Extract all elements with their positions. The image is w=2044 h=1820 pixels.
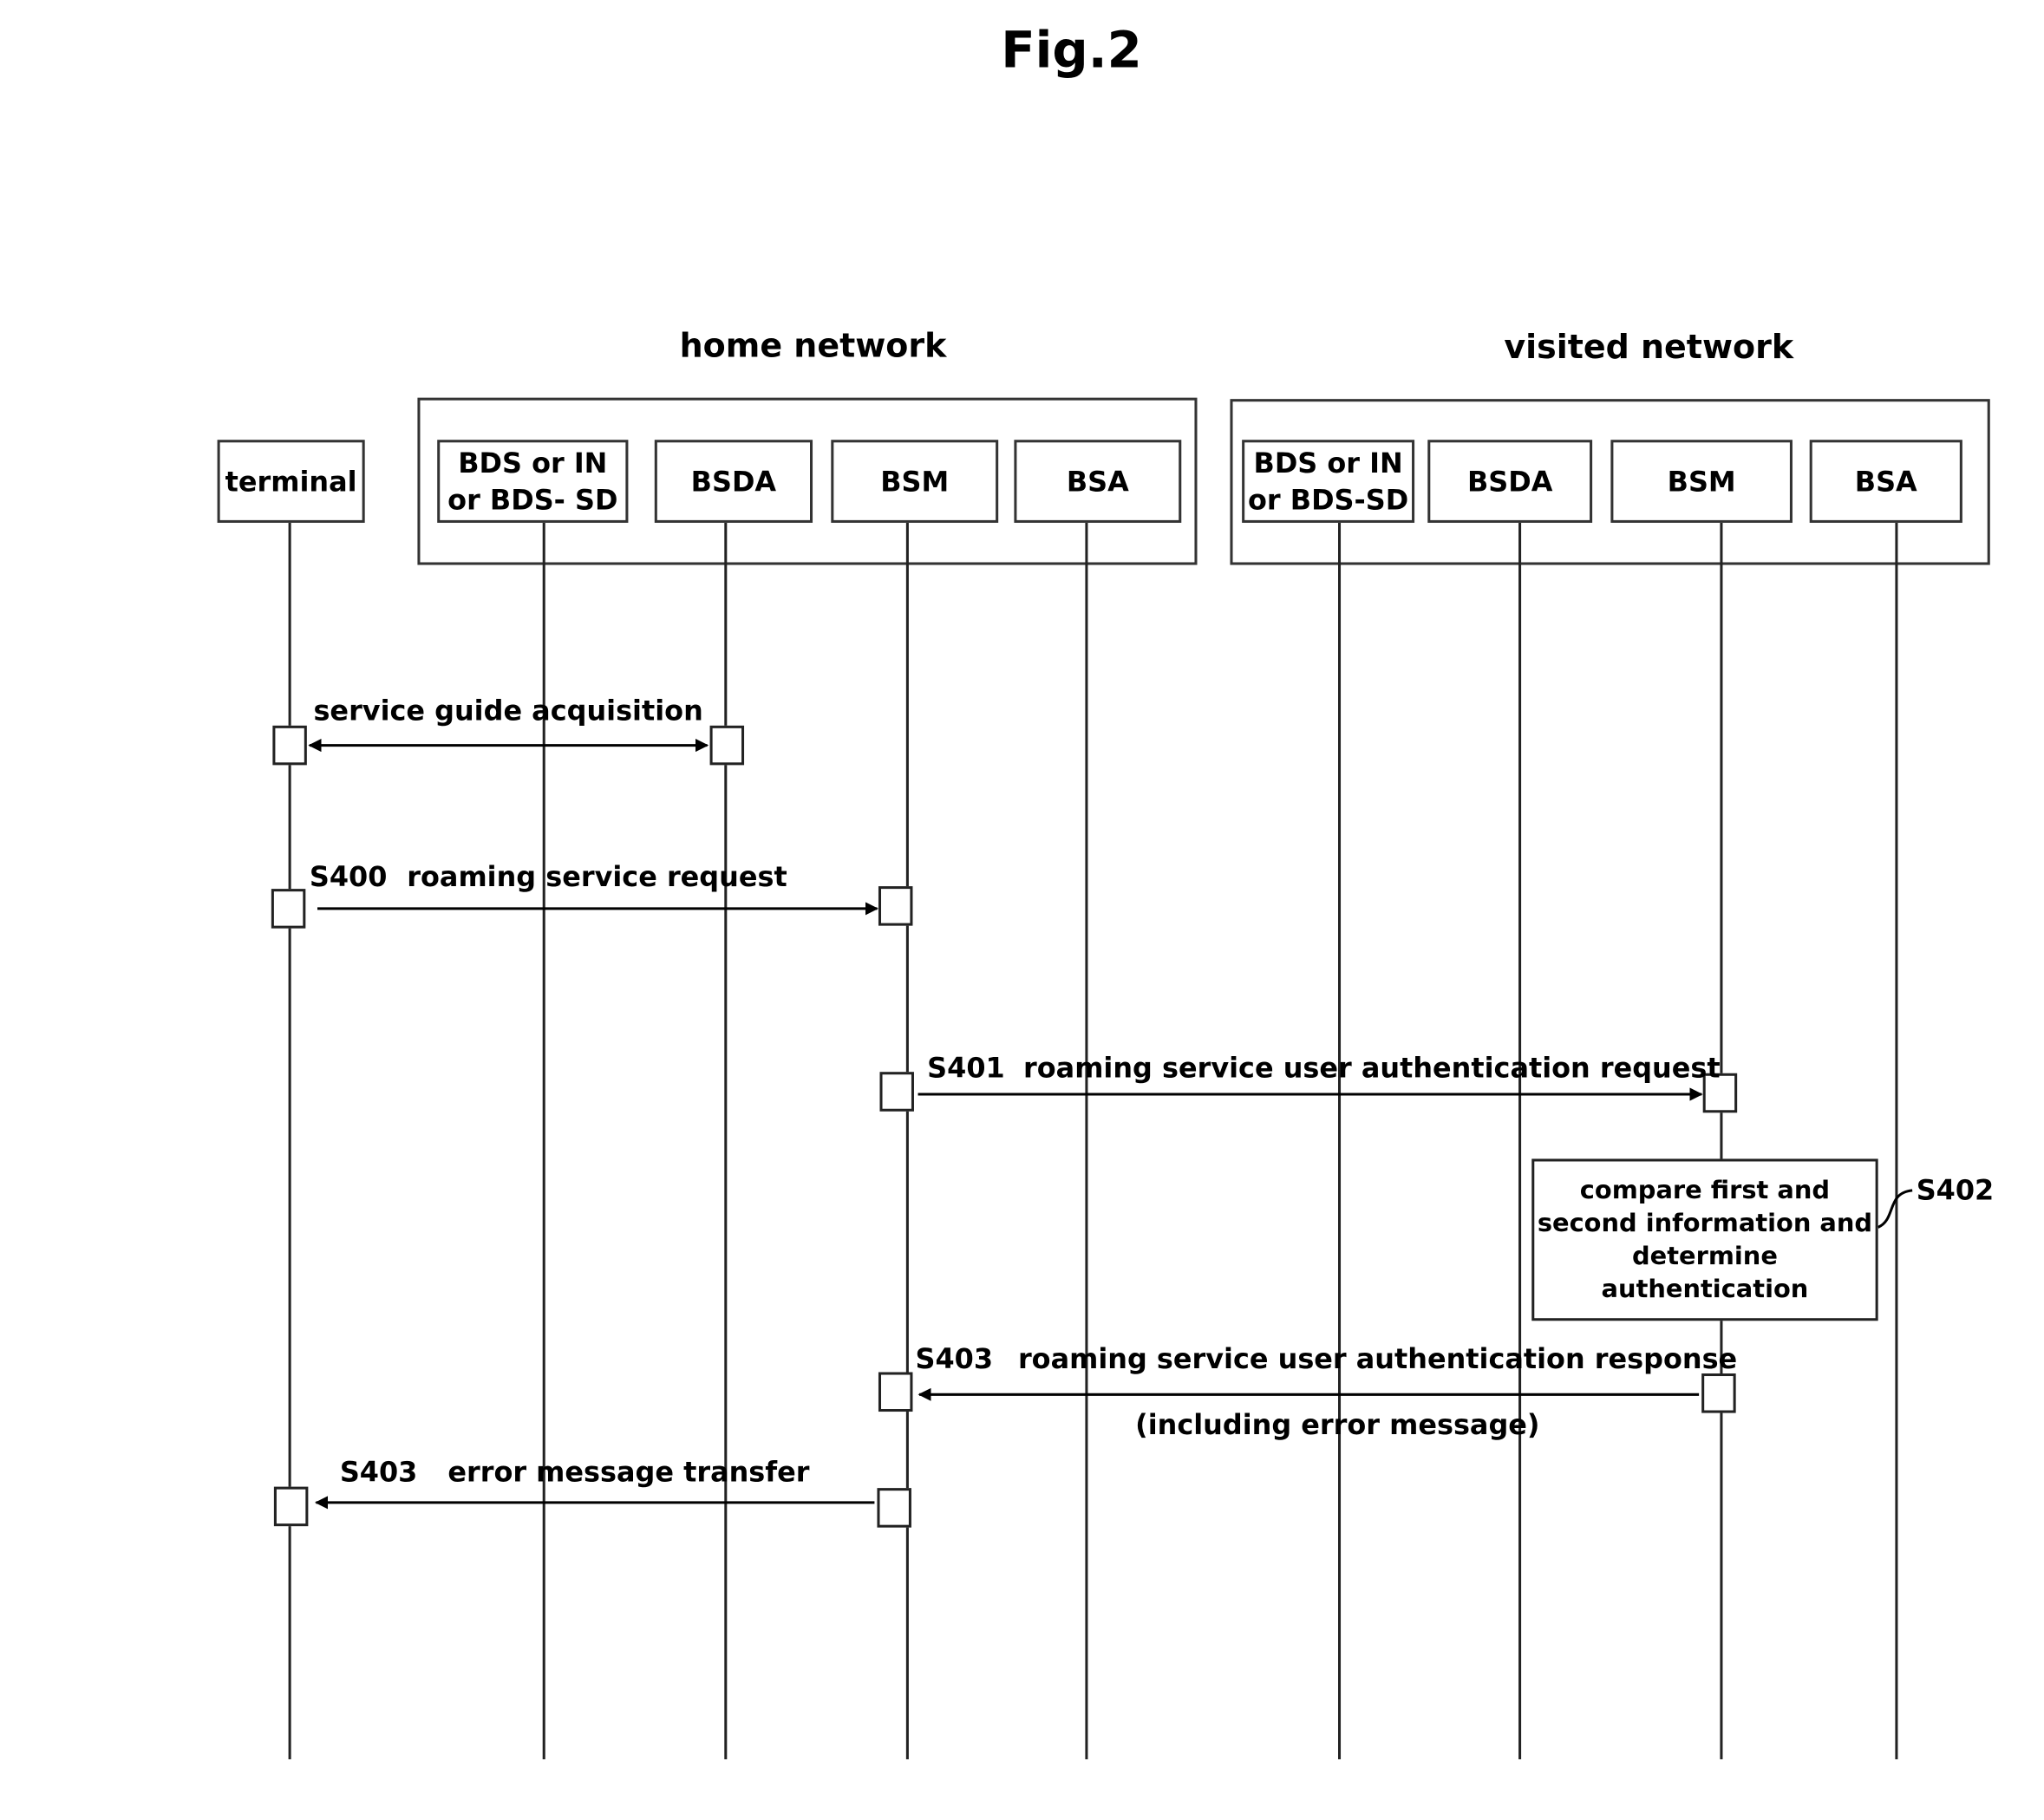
message-s401-step: S401 [927, 1052, 1005, 1084]
activation-terminal-3 [273, 1486, 309, 1527]
message-s400-label: roaming service request [407, 861, 787, 893]
message-s400-step: S400 [309, 861, 388, 893]
process-s402-box: compare first and second information and… [1531, 1158, 1878, 1321]
process-line: authentication [1601, 1274, 1809, 1303]
activation-visited-bsm-2 [1701, 1373, 1736, 1413]
message-s403-response-label: roaming service user authentication resp… [1017, 1343, 1738, 1375]
message-service-guide-label: service guide acquisition [313, 695, 703, 727]
process-line: second information and [1537, 1208, 1873, 1237]
activation-terminal-2 [271, 889, 306, 929]
activation-home-bsda-1 [709, 725, 745, 766]
process-line: compare first and [1579, 1175, 1831, 1204]
activation-terminal-1 [272, 725, 307, 766]
message-s403-error-label: error message transfer [447, 1456, 810, 1489]
process-s402-step: S402 [1916, 1174, 1995, 1207]
process-line: determine [1632, 1241, 1778, 1270]
message-s403-response-step: S403 [915, 1343, 994, 1375]
message-s403-error-step: S403 [339, 1456, 418, 1489]
sequence-diagram: Fig.2 home network visited network termi… [0, 0, 2044, 1820]
activation-home-bsm-2 [879, 1072, 914, 1112]
activation-home-bsm-1 [878, 886, 913, 926]
message-s403-response-sublabel: (including error message) [1135, 1409, 1540, 1441]
message-arrows [308, 738, 1913, 1510]
activation-home-bsm-4 [877, 1488, 911, 1528]
message-s401-label: roaming service user authentication requ… [1023, 1052, 1721, 1084]
activation-home-bsm-3 [878, 1372, 913, 1412]
s402-leader [1877, 1189, 1913, 1229]
